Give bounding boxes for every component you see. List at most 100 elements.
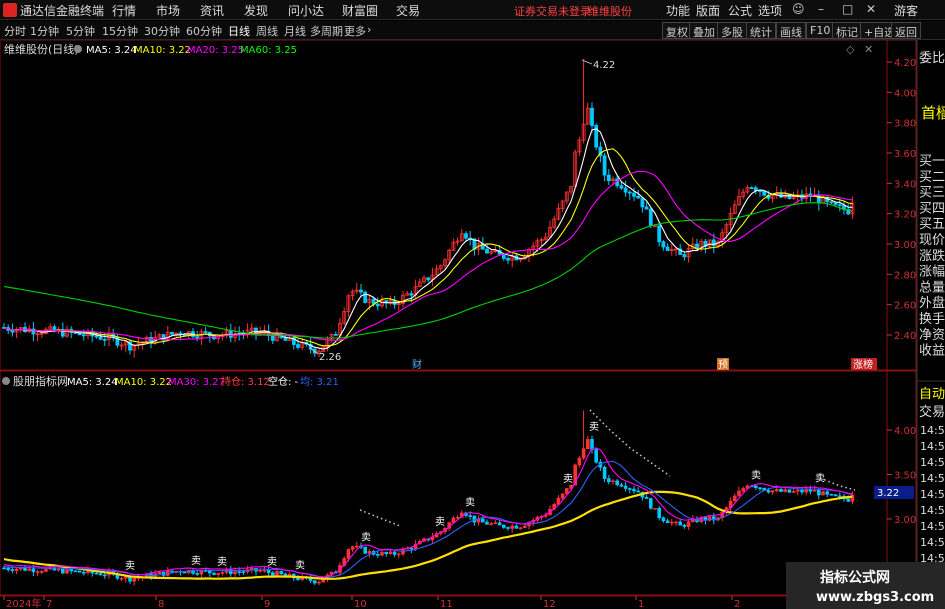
ind-candle-body xyxy=(208,570,212,574)
ind-candle-body xyxy=(619,484,624,487)
diamond-icon[interactable]: ◇ xyxy=(846,43,855,56)
ind-candle-body xyxy=(94,572,99,575)
sidebar-item: 买一 xyxy=(919,154,945,169)
candle-body xyxy=(363,291,368,303)
overlay-button[interactable]: 叠加 xyxy=(689,22,719,39)
settings-dropdown-icon[interactable] xyxy=(74,45,82,53)
ind-candle-body xyxy=(375,554,380,556)
menu-news[interactable]: 资讯 xyxy=(200,2,224,19)
sidebar-item: 买三 xyxy=(919,186,945,201)
back-button[interactable]: 返回 xyxy=(891,22,921,39)
period-30min[interactable]: 30分钟 xyxy=(144,23,180,39)
price-tick-label: 3.40 xyxy=(894,179,916,190)
restore-rights-button[interactable]: 复权 xyxy=(662,22,692,39)
sidebar-trade-label[interactable]: 交易 xyxy=(919,404,945,420)
ind-candle-body xyxy=(506,527,510,529)
forecast-marker[interactable]: 预 xyxy=(718,359,728,371)
candle-body xyxy=(170,331,174,335)
ind-tick-label: 4.00 xyxy=(894,426,916,437)
sidebar-auto-label[interactable]: 自动 xyxy=(919,387,945,402)
candle-body xyxy=(485,248,489,254)
ma60-line xyxy=(3,202,853,339)
app-logo-icon xyxy=(3,3,17,17)
period-more[interactable]: 更多 xyxy=(344,23,366,39)
ind-candle-body xyxy=(594,449,599,463)
ind-candle-body xyxy=(682,524,687,527)
ind-candle-body xyxy=(195,573,199,575)
period-1min[interactable]: 1分钟 xyxy=(30,23,59,39)
ind-candle-body xyxy=(686,521,691,527)
ind-candle-body xyxy=(812,490,817,492)
close-icon[interactable]: ✕ xyxy=(866,2,876,16)
financial-marker[interactable]: 财 xyxy=(412,358,422,371)
menu-wealth-circle[interactable]: 财富圈 xyxy=(342,2,378,19)
title-bar: 通达信金融终端 行情 市场 资讯 发现 问小达 财富圈 交易 证券交易未登录 维… xyxy=(0,0,945,20)
ind-candle-body xyxy=(758,487,762,490)
ind-candle-body xyxy=(522,525,527,529)
user-icon[interactable]: ☺ xyxy=(792,2,805,16)
menu-market[interactable]: 市场 xyxy=(156,2,180,19)
menu-ask-xiaoda[interactable]: 问小达 xyxy=(288,2,324,19)
ind-candle-body xyxy=(60,568,65,574)
menu-formula[interactable]: 公式 xyxy=(728,2,752,19)
ind-candle-body xyxy=(472,515,477,523)
current-stock-link[interactable]: 维维股份 xyxy=(588,3,632,19)
menu-trade[interactable]: 交易 xyxy=(396,2,420,19)
position-legend: 持仓: 3.12 xyxy=(221,375,270,388)
indicator-settings-icon[interactable] xyxy=(2,377,10,385)
sidebar-item: 外盘 xyxy=(919,295,945,311)
ind-candle-body xyxy=(518,527,523,530)
ind-candle-body xyxy=(27,568,32,571)
trade-login-status[interactable]: 证券交易未登录 xyxy=(514,3,591,19)
time-tick-label: 12 xyxy=(543,599,556,609)
candle-body xyxy=(203,331,208,334)
menu-options[interactable]: 选项 xyxy=(758,2,782,19)
limit-up-marker[interactable]: 涨榜 xyxy=(853,358,873,371)
f10-button[interactable]: F10 xyxy=(806,22,835,39)
ind-candle-body xyxy=(485,521,489,525)
period-daily[interactable]: 日线 xyxy=(228,23,250,39)
price-tick-label: 2.40 xyxy=(894,331,916,342)
period-weekly[interactable]: 周线 xyxy=(256,23,278,39)
menu-discover[interactable]: 发现 xyxy=(244,2,268,19)
close-panel-icon[interactable]: ✕ xyxy=(864,43,873,56)
period-15min[interactable]: 15分钟 xyxy=(102,23,138,39)
sidebar-highlight: 首樯 xyxy=(921,104,945,122)
time-tick-label: 10 xyxy=(354,599,367,609)
ind-candle-body xyxy=(216,573,220,575)
period-intraday[interactable]: 分时 xyxy=(4,23,26,39)
draw-line-button[interactable]: 画线 xyxy=(776,22,806,39)
mark-button[interactable]: 标记 xyxy=(832,22,862,39)
ind-candle-body xyxy=(644,496,649,499)
ind-candle-body xyxy=(73,570,78,573)
stock-chart[interactable]: 维维股份(日线) MA5: 3.24 MA10: 3.22 MA20: 3.25… xyxy=(0,40,945,609)
period-5min[interactable]: 5分钟 xyxy=(66,23,95,39)
price-tick-label: 4.20 xyxy=(894,58,916,69)
minimize-icon[interactable]: – xyxy=(818,2,824,16)
statistics-button[interactable]: 统计 xyxy=(746,22,776,39)
period-monthly[interactable]: 月线 xyxy=(284,23,306,39)
ind-tick-label: 3.00 xyxy=(894,515,916,526)
menu-function[interactable]: 功能 xyxy=(666,2,690,19)
multi-stock-button[interactable]: 多股 xyxy=(717,22,747,39)
ind-candle-body xyxy=(18,567,23,570)
sidebar-item: 涨跌 xyxy=(919,248,945,264)
guest-label[interactable]: 游客 xyxy=(894,2,918,19)
menu-quotes[interactable]: 行情 xyxy=(112,2,136,19)
min-price-label: 2.26 xyxy=(319,352,341,363)
ind-candle-body xyxy=(833,494,838,497)
indicator-price-axis: 4.00 3.50 3.00 xyxy=(887,426,916,526)
ind-candle-body xyxy=(220,572,225,574)
sidebar-time: 14:56 xyxy=(920,472,945,485)
period-60min[interactable]: 60分钟 xyxy=(186,23,222,39)
chevron-right-icon[interactable]: › xyxy=(367,23,371,36)
ind-candle-body xyxy=(577,457,582,466)
period-multi[interactable]: 多周期 xyxy=(310,23,343,39)
menu-layout[interactable]: 版面 xyxy=(696,2,720,19)
sell-signal: 卖 xyxy=(563,473,573,485)
price-tick-label: 2.60 xyxy=(894,301,916,312)
ind-candle-body xyxy=(23,567,27,571)
time-axis: 2024年 7 8 9 10 11 12 1 2 xyxy=(0,595,887,609)
sidebar-time: 14:56 xyxy=(920,520,945,533)
maximize-icon[interactable]: □ xyxy=(842,2,853,16)
